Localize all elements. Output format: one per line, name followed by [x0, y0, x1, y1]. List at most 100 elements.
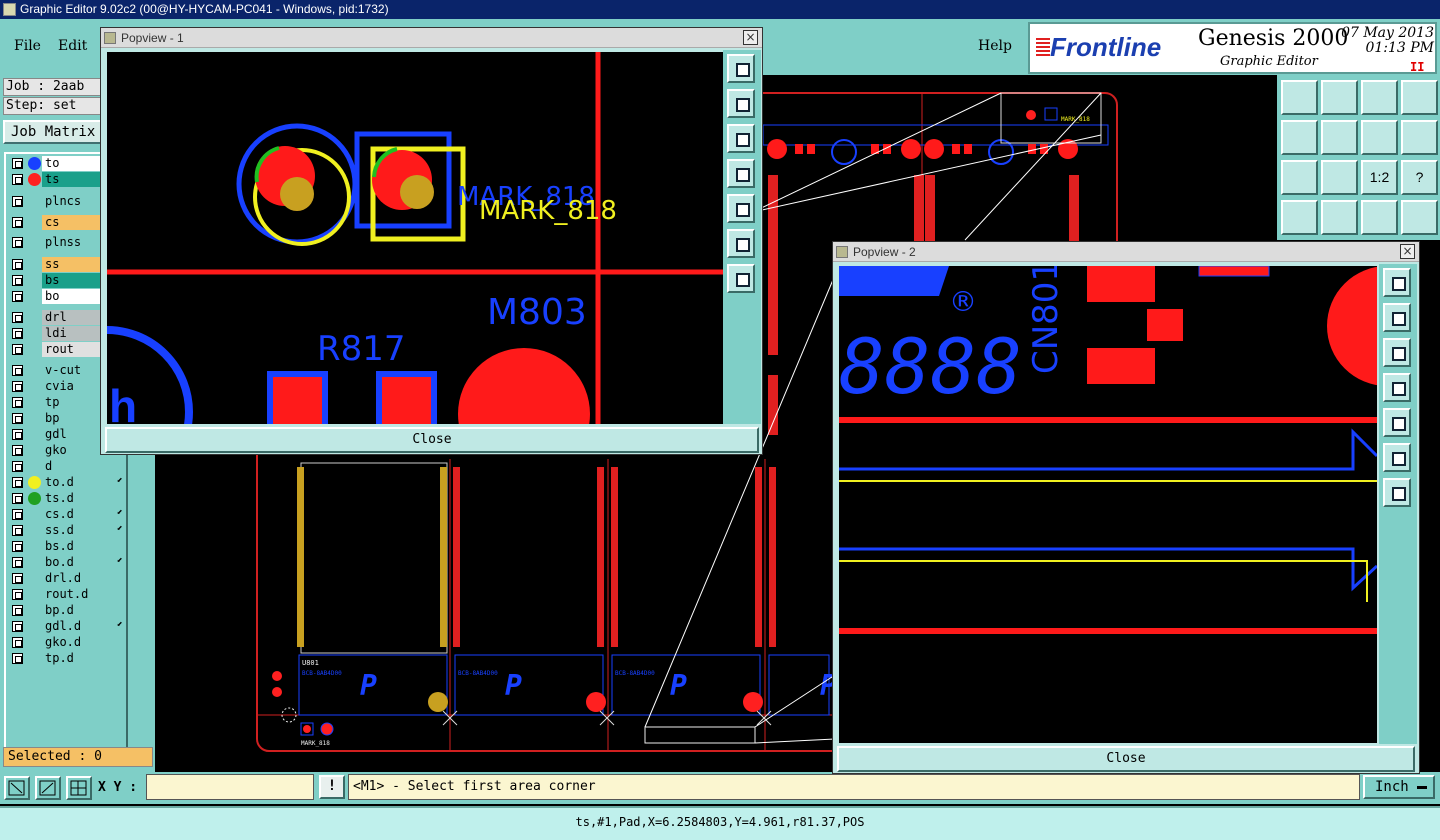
layer-name[interactable]: gko.d	[42, 635, 125, 650]
layer-name[interactable]: ts.d	[42, 491, 125, 506]
p1side-tool-button[interactable]	[727, 264, 755, 293]
layer-checkbox[interactable]	[12, 196, 23, 207]
toolbar-button-3[interactable]	[1361, 80, 1398, 115]
layer-row[interactable]: to.d ⬋	[9, 475, 125, 490]
layer-checkbox[interactable]	[12, 259, 23, 270]
layer-color-icon[interactable]	[28, 173, 41, 186]
layer-row[interactable]: drl.d	[9, 571, 125, 586]
layer-checkbox[interactable]	[12, 237, 23, 248]
p2side-tool-button[interactable]	[1383, 338, 1411, 367]
toolbar-button-15[interactable]	[1361, 200, 1398, 235]
pause-icon[interactable]: II	[1410, 60, 1424, 74]
toolbar-button-12[interactable]: ?	[1401, 160, 1438, 195]
layer-name[interactable]: ss.d	[42, 523, 125, 538]
layer-name[interactable]: tp.d	[42, 651, 125, 666]
layer-checkbox[interactable]	[12, 174, 23, 185]
layer-row[interactable]: cs.d ⬋	[9, 507, 125, 522]
layer-checkbox[interactable]	[12, 365, 23, 376]
alert-button[interactable]: !	[319, 775, 345, 799]
toolbar-button-16[interactable]	[1401, 200, 1438, 235]
layer-checkbox[interactable]	[12, 397, 23, 408]
layer-checkbox[interactable]	[12, 509, 23, 520]
layer-checkbox[interactable]	[12, 291, 23, 302]
toolbar-button-2[interactable]	[1321, 80, 1358, 115]
p1side-tool-button[interactable]	[727, 159, 755, 188]
p1side-tool-button[interactable]	[727, 89, 755, 118]
layer-checkbox[interactable]	[12, 275, 23, 286]
popview-1-canvas[interactable]: h MARK_818 MARK_818 M803 R817	[107, 52, 723, 424]
layer-checkbox[interactable]	[12, 525, 23, 536]
layer-checkbox[interactable]	[12, 589, 23, 600]
layer-checkbox[interactable]	[12, 445, 23, 456]
layer-row[interactable]: tp.d	[9, 651, 125, 666]
menu-edit[interactable]: Edit	[58, 38, 87, 54]
layer-name[interactable]: to.d	[42, 475, 125, 490]
toolbar-button-9[interactable]	[1281, 160, 1318, 195]
p2side-tool-button[interactable]	[1383, 443, 1411, 472]
layer-name[interactable]: d	[42, 459, 125, 474]
layer-row[interactable]: ss.d ⬋	[9, 523, 125, 538]
xy-input[interactable]	[146, 774, 314, 800]
toolbar-button-14[interactable]	[1321, 200, 1358, 235]
toolbar-button-4[interactable]	[1401, 80, 1438, 115]
toolbar-button-8[interactable]	[1401, 120, 1438, 155]
layer-row[interactable]: gko.d	[9, 635, 125, 650]
layer-name[interactable]: cs.d	[42, 507, 125, 522]
unit-selector[interactable]: Inch	[1363, 775, 1435, 799]
layer-checkbox[interactable]	[12, 429, 23, 440]
layer-name[interactable]: bo.d	[42, 555, 125, 570]
layer-checkbox[interactable]	[12, 605, 23, 616]
layer-checkbox[interactable]	[12, 344, 23, 355]
zoom-area-icon[interactable]	[4, 776, 30, 800]
popview-2-close-button[interactable]: Close	[837, 746, 1415, 772]
layer-name[interactable]: bp.d	[42, 603, 125, 618]
toolbar-button-5[interactable]	[1281, 120, 1318, 155]
close-icon[interactable]: ×	[1400, 244, 1415, 259]
layer-checkbox[interactable]	[12, 461, 23, 472]
toolbar-button-11[interactable]: 1:2	[1361, 160, 1398, 195]
popview-2-canvas[interactable]: ® 8888 CN801	[839, 266, 1377, 743]
layer-checkbox[interactable]	[12, 557, 23, 568]
layer-row[interactable]: gdl.d ⬋	[9, 619, 125, 634]
close-icon[interactable]: ×	[743, 30, 758, 45]
p2side-tool-button[interactable]	[1383, 373, 1411, 402]
p2side-tool-button[interactable]	[1383, 408, 1411, 437]
layer-checkbox[interactable]	[12, 477, 23, 488]
layer-name[interactable]: rout.d	[42, 587, 125, 602]
menu-help[interactable]: Help	[978, 38, 1012, 54]
layer-color-icon[interactable]	[28, 157, 41, 170]
toolbar-button-13[interactable]	[1281, 200, 1318, 235]
layer-row[interactable]: bs.d	[9, 539, 125, 554]
measure-icon[interactable]	[35, 776, 61, 800]
layer-checkbox[interactable]	[12, 541, 23, 552]
layer-checkbox[interactable]	[12, 217, 23, 228]
toolbar-button-7[interactable]	[1361, 120, 1398, 155]
layer-row[interactable]: bo.d ⬋	[9, 555, 125, 570]
toolbar-button-10[interactable]	[1321, 160, 1358, 195]
layer-row[interactable]: d	[9, 459, 125, 474]
layer-checkbox[interactable]	[12, 381, 23, 392]
layer-name[interactable]: drl.d	[42, 571, 125, 586]
layer-checkbox[interactable]	[12, 312, 23, 323]
layer-checkbox[interactable]	[12, 493, 23, 504]
layer-checkbox[interactable]	[12, 653, 23, 664]
p2side-tool-button[interactable]	[1383, 268, 1411, 297]
layer-checkbox[interactable]	[12, 158, 23, 169]
p1side-tool-button[interactable]	[727, 54, 755, 83]
layer-checkbox[interactable]	[12, 621, 23, 632]
p1side-tool-button[interactable]	[727, 229, 755, 258]
layer-row[interactable]: rout.d	[9, 587, 125, 602]
layer-checkbox[interactable]	[12, 328, 23, 339]
p2side-tool-button[interactable]	[1383, 478, 1411, 507]
p2side-tool-button[interactable]	[1383, 303, 1411, 332]
layer-checkbox[interactable]	[12, 637, 23, 648]
layer-checkbox[interactable]	[12, 413, 23, 424]
menu-file[interactable]: File	[14, 38, 41, 54]
layer-row[interactable]: bp.d	[9, 603, 125, 618]
grid-snap-icon[interactable]	[66, 776, 92, 800]
layer-color-icon[interactable]	[28, 476, 41, 489]
toolbar-button-6[interactable]	[1321, 120, 1358, 155]
popview-1-close-button[interactable]: Close	[105, 427, 759, 453]
toolbar-button-1[interactable]	[1281, 80, 1318, 115]
p1side-tool-button[interactable]	[727, 124, 755, 153]
